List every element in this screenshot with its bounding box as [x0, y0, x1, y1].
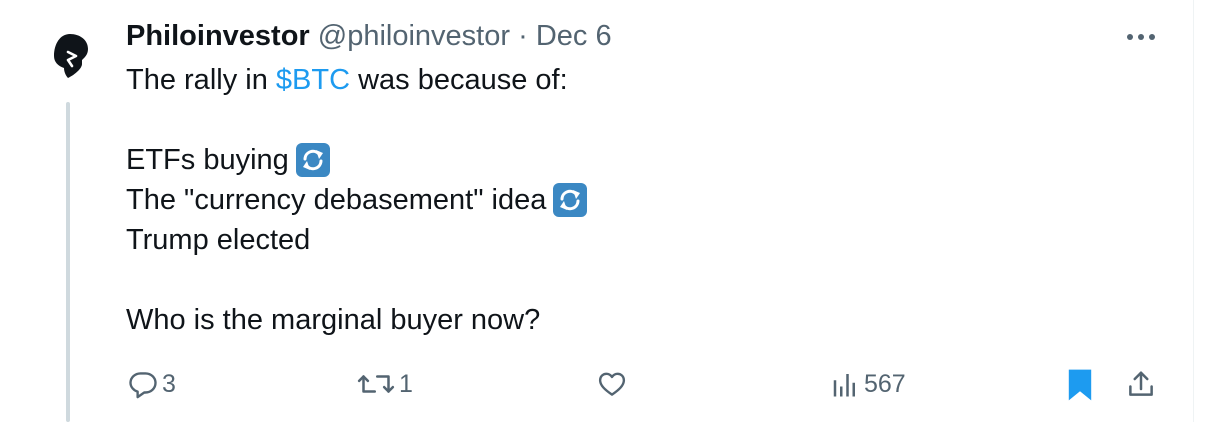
bookmark-filled-icon: [1068, 369, 1092, 401]
share-button[interactable]: [1126, 369, 1156, 399]
share-icon: [1129, 371, 1153, 396]
repeat-emoji-icon: [553, 183, 588, 217]
profile-logo-icon: [54, 34, 88, 78]
tweet-text-segment: The rally in: [126, 64, 276, 96]
author-name[interactable]: Philoinvestor: [126, 20, 310, 52]
tweet-line: Who is the marginal buyer now?: [126, 300, 588, 340]
avatar[interactable]: [40, 26, 100, 86]
repost-button[interactable]: 1: [357, 369, 413, 399]
header-separator: ·: [518, 20, 528, 52]
author-handle[interactable]: @philoinvestor: [318, 20, 510, 52]
repeat-emoji-icon: [295, 143, 330, 177]
tweet-list-item: The "currency debasement" idea: [126, 184, 547, 216]
tweet-line: The "currency debasement" idea: [126, 180, 588, 220]
tweet-date[interactable]: Dec 6: [536, 20, 612, 52]
reply-count: 3: [162, 369, 176, 398]
more-options-button[interactable]: [1124, 24, 1158, 50]
reply-button[interactable]: 3: [128, 369, 176, 399]
heart-icon: [598, 372, 626, 396]
repost-icon: [357, 375, 395, 393]
tweet-line: ETFs buying: [126, 140, 588, 180]
bookmark-button[interactable]: [1066, 368, 1094, 402]
views-button[interactable]: 567: [830, 369, 906, 399]
tweet-question: Who is the marginal buyer now?: [126, 304, 541, 336]
tweet-list-item: ETFs buying: [126, 144, 289, 176]
like-button[interactable]: [596, 369, 628, 399]
cashtag-link[interactable]: $BTC: [276, 60, 350, 100]
more-dots-icon: [1127, 34, 1155, 40]
repost-count: 1: [399, 369, 413, 398]
action-bar: 3 1 567: [0, 363, 1208, 407]
reply-icon: [129, 372, 157, 399]
analytics-icon: [833, 374, 855, 397]
tweet-list-item: Trump elected: [126, 224, 311, 256]
tweet-line: The rally in $BTC was because of:: [126, 60, 588, 100]
tweet-line: Trump elected: [126, 220, 588, 260]
timeline-border: [1193, 0, 1194, 422]
view-count: 567: [864, 369, 906, 398]
tweet-text: The rally in $BTC was because of: ETFs b…: [126, 60, 588, 340]
tweet-text-segment: was because of:: [350, 64, 568, 96]
tweet-header: Philoinvestor @philoinvestor · Dec 6: [126, 18, 612, 54]
